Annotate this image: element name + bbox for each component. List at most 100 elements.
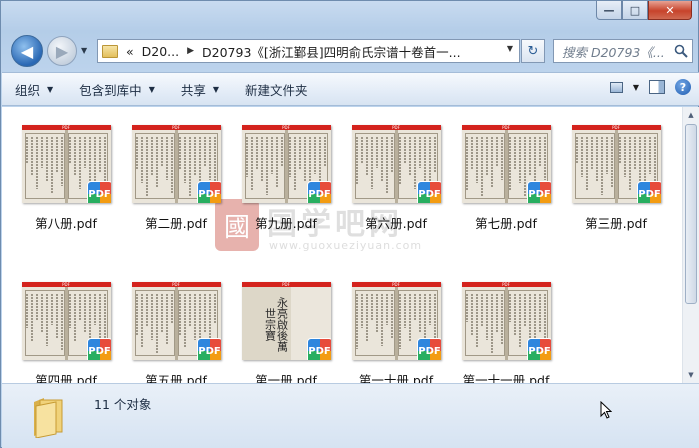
book-page-left (24, 133, 65, 199)
minimize-button[interactable]: — (596, 1, 622, 20)
file-name[interactable]: 第六册.pdf (341, 213, 451, 232)
pdf-file-icon: PDF (306, 181, 331, 203)
file-item[interactable]: PDF PDF 第八册.pdf (11, 125, 121, 232)
file-name[interactable]: 第三册.pdf (561, 213, 671, 232)
recent-pages-dropdown[interactable]: ▼ (81, 46, 87, 55)
file-item[interactable]: PDF PDF 第六册.pdf (341, 125, 451, 232)
scroll-down-icon[interactable]: ▼ (684, 367, 698, 383)
new-folder-label: 新建文件夹 (245, 82, 308, 98)
include-library-menu[interactable]: 包含到库中 ▼ (66, 80, 168, 99)
file-item[interactable]: PDF PDF 第一十一册.pdf (451, 282, 561, 383)
book-page-left (574, 133, 615, 199)
address-dropdown[interactable]: ▼ (507, 44, 513, 53)
scroll-up-icon[interactable]: ▲ (684, 107, 698, 123)
book-gutter (614, 130, 618, 203)
caption-buttons: — □ ✕ (596, 1, 692, 20)
organize-menu[interactable]: 组织 ▼ (2, 80, 66, 99)
chevron-down-icon: ▼ (148, 84, 155, 94)
pdf-header-bar: PDF (241, 282, 331, 287)
view-dropdown-icon[interactable]: ▼ (633, 83, 639, 92)
mouse-cursor-icon (600, 401, 612, 419)
include-library-label: 包含到库中 (79, 82, 142, 98)
book-page-left (354, 133, 395, 199)
file-item[interactable]: PDF PDF 第三册.pdf (561, 125, 671, 232)
book-page-left (354, 290, 395, 356)
breadcrumb-overflow[interactable]: « (126, 44, 134, 59)
breadcrumb-current[interactable]: D20793《[浙江鄞县]四明俞氏宗谱十卷首一... (202, 42, 461, 61)
watermark-url: www.guoxueziyuan.com (269, 239, 423, 252)
file-list: 國 国学吧网 www.guoxueziyuan.com PDF PDF 第八册.pd… (2, 107, 682, 383)
search-placeholder: 搜索 D20793《... (562, 44, 665, 60)
breadcrumb-item[interactable]: D20... (142, 44, 179, 59)
pdf-thumbnail: PDF PDF (461, 282, 551, 360)
new-folder-button[interactable]: 新建文件夹 (232, 80, 321, 99)
file-name[interactable]: 第一十册.pdf (341, 370, 451, 383)
file-name[interactable]: 第五册.pdf (121, 370, 231, 383)
file-item[interactable]: PDF PDF 第七册.pdf (451, 125, 561, 232)
file-name[interactable]: 第一册.pdf (231, 370, 341, 383)
book-gutter (504, 287, 508, 360)
share-menu[interactable]: 共享 ▼ (168, 80, 232, 99)
back-button[interactable]: ◀ (11, 35, 43, 67)
file-item[interactable]: PDF PDF 第九册.pdf (231, 125, 341, 232)
item-count: 11 个对象 (94, 397, 152, 412)
pdf-thumbnail: PDF PDF (571, 125, 661, 203)
folder-icon (34, 398, 63, 438)
pdf-thumbnail: PDF PDF (351, 282, 441, 360)
preview-pane-icon[interactable] (649, 80, 665, 94)
pdf-thumbnail: PDF PDF (461, 125, 551, 203)
book-gutter (64, 130, 68, 203)
book-gutter (394, 130, 398, 203)
chevron-right-icon[interactable]: ▶ (187, 46, 194, 56)
book-gutter (174, 287, 178, 360)
search-input[interactable]: 搜索 D20793《... (553, 39, 693, 63)
search-icon[interactable] (674, 44, 688, 58)
refresh-button[interactable]: ↻ (521, 39, 545, 63)
details-pane: 11 个对象 (2, 383, 699, 448)
book-page-left (464, 290, 505, 356)
chevron-down-icon: ▼ (212, 84, 220, 94)
book-page-left (134, 133, 175, 199)
chevron-down-icon: ▼ (47, 84, 54, 94)
file-name[interactable]: 第七册.pdf (451, 213, 561, 232)
forward-button[interactable]: ▶ (47, 36, 77, 66)
scroll-thumb[interactable] (685, 124, 697, 304)
book-page-left (24, 290, 65, 356)
pdf-file-icon: PDF (526, 181, 551, 203)
cover-inscription: 永亮啟後萬世宗寶 (263, 296, 288, 352)
book-gutter (504, 130, 508, 203)
file-item[interactable]: PDF PDF 第四册.pdf (11, 282, 121, 383)
view-controls: ▼ ? (609, 79, 691, 95)
change-view-icon[interactable] (609, 81, 623, 93)
command-bar: 组织 ▼ 包含到库中 ▼ 共享 ▼ 新建文件夹 ▼ ? (2, 72, 699, 106)
file-item[interactable]: PDF PDF 第二册.pdf (121, 125, 231, 232)
pdf-thumbnail: PDF PDF (241, 125, 331, 203)
file-name[interactable]: 第九册.pdf (231, 213, 341, 232)
address-bar[interactable]: « D20... ▶ D20793《[浙江鄞县]四明俞氏宗谱十卷首一... ▼ (97, 39, 520, 63)
help-icon[interactable]: ? (675, 79, 691, 95)
pdf-file-icon: PDF (416, 338, 441, 360)
book-gutter (174, 130, 178, 203)
file-name[interactable]: 第二册.pdf (121, 213, 231, 232)
file-name[interactable]: 第一十一册.pdf (451, 370, 561, 383)
book-page-left (134, 290, 175, 356)
book-gutter (284, 130, 288, 203)
pdf-thumbnail: PDF PDF (21, 282, 111, 360)
book-page-left (464, 133, 505, 199)
pdf-thumbnail: PDF PDF (131, 282, 221, 360)
folder-icon (102, 44, 118, 58)
file-item[interactable]: PDF PDF 第五册.pdf (121, 282, 231, 383)
pdf-file-icon: PDF (636, 181, 661, 203)
file-name[interactable]: 第四册.pdf (11, 370, 121, 383)
maximize-button[interactable]: □ (622, 1, 648, 20)
file-name[interactable]: 第八册.pdf (11, 213, 121, 232)
pdf-file-icon: PDF (86, 338, 111, 360)
book-gutter (394, 287, 398, 360)
close-button[interactable]: ✕ (648, 1, 692, 20)
book-gutter (64, 287, 68, 360)
vertical-scrollbar[interactable]: ▲ ▼ (682, 107, 699, 383)
file-item[interactable]: PDF 永亮啟後萬世宗寶 PDF 第一册.pdf (231, 282, 341, 383)
book-page-left (244, 133, 285, 199)
organize-label: 组织 (15, 82, 41, 98)
file-item[interactable]: PDF PDF 第一十册.pdf (341, 282, 451, 383)
